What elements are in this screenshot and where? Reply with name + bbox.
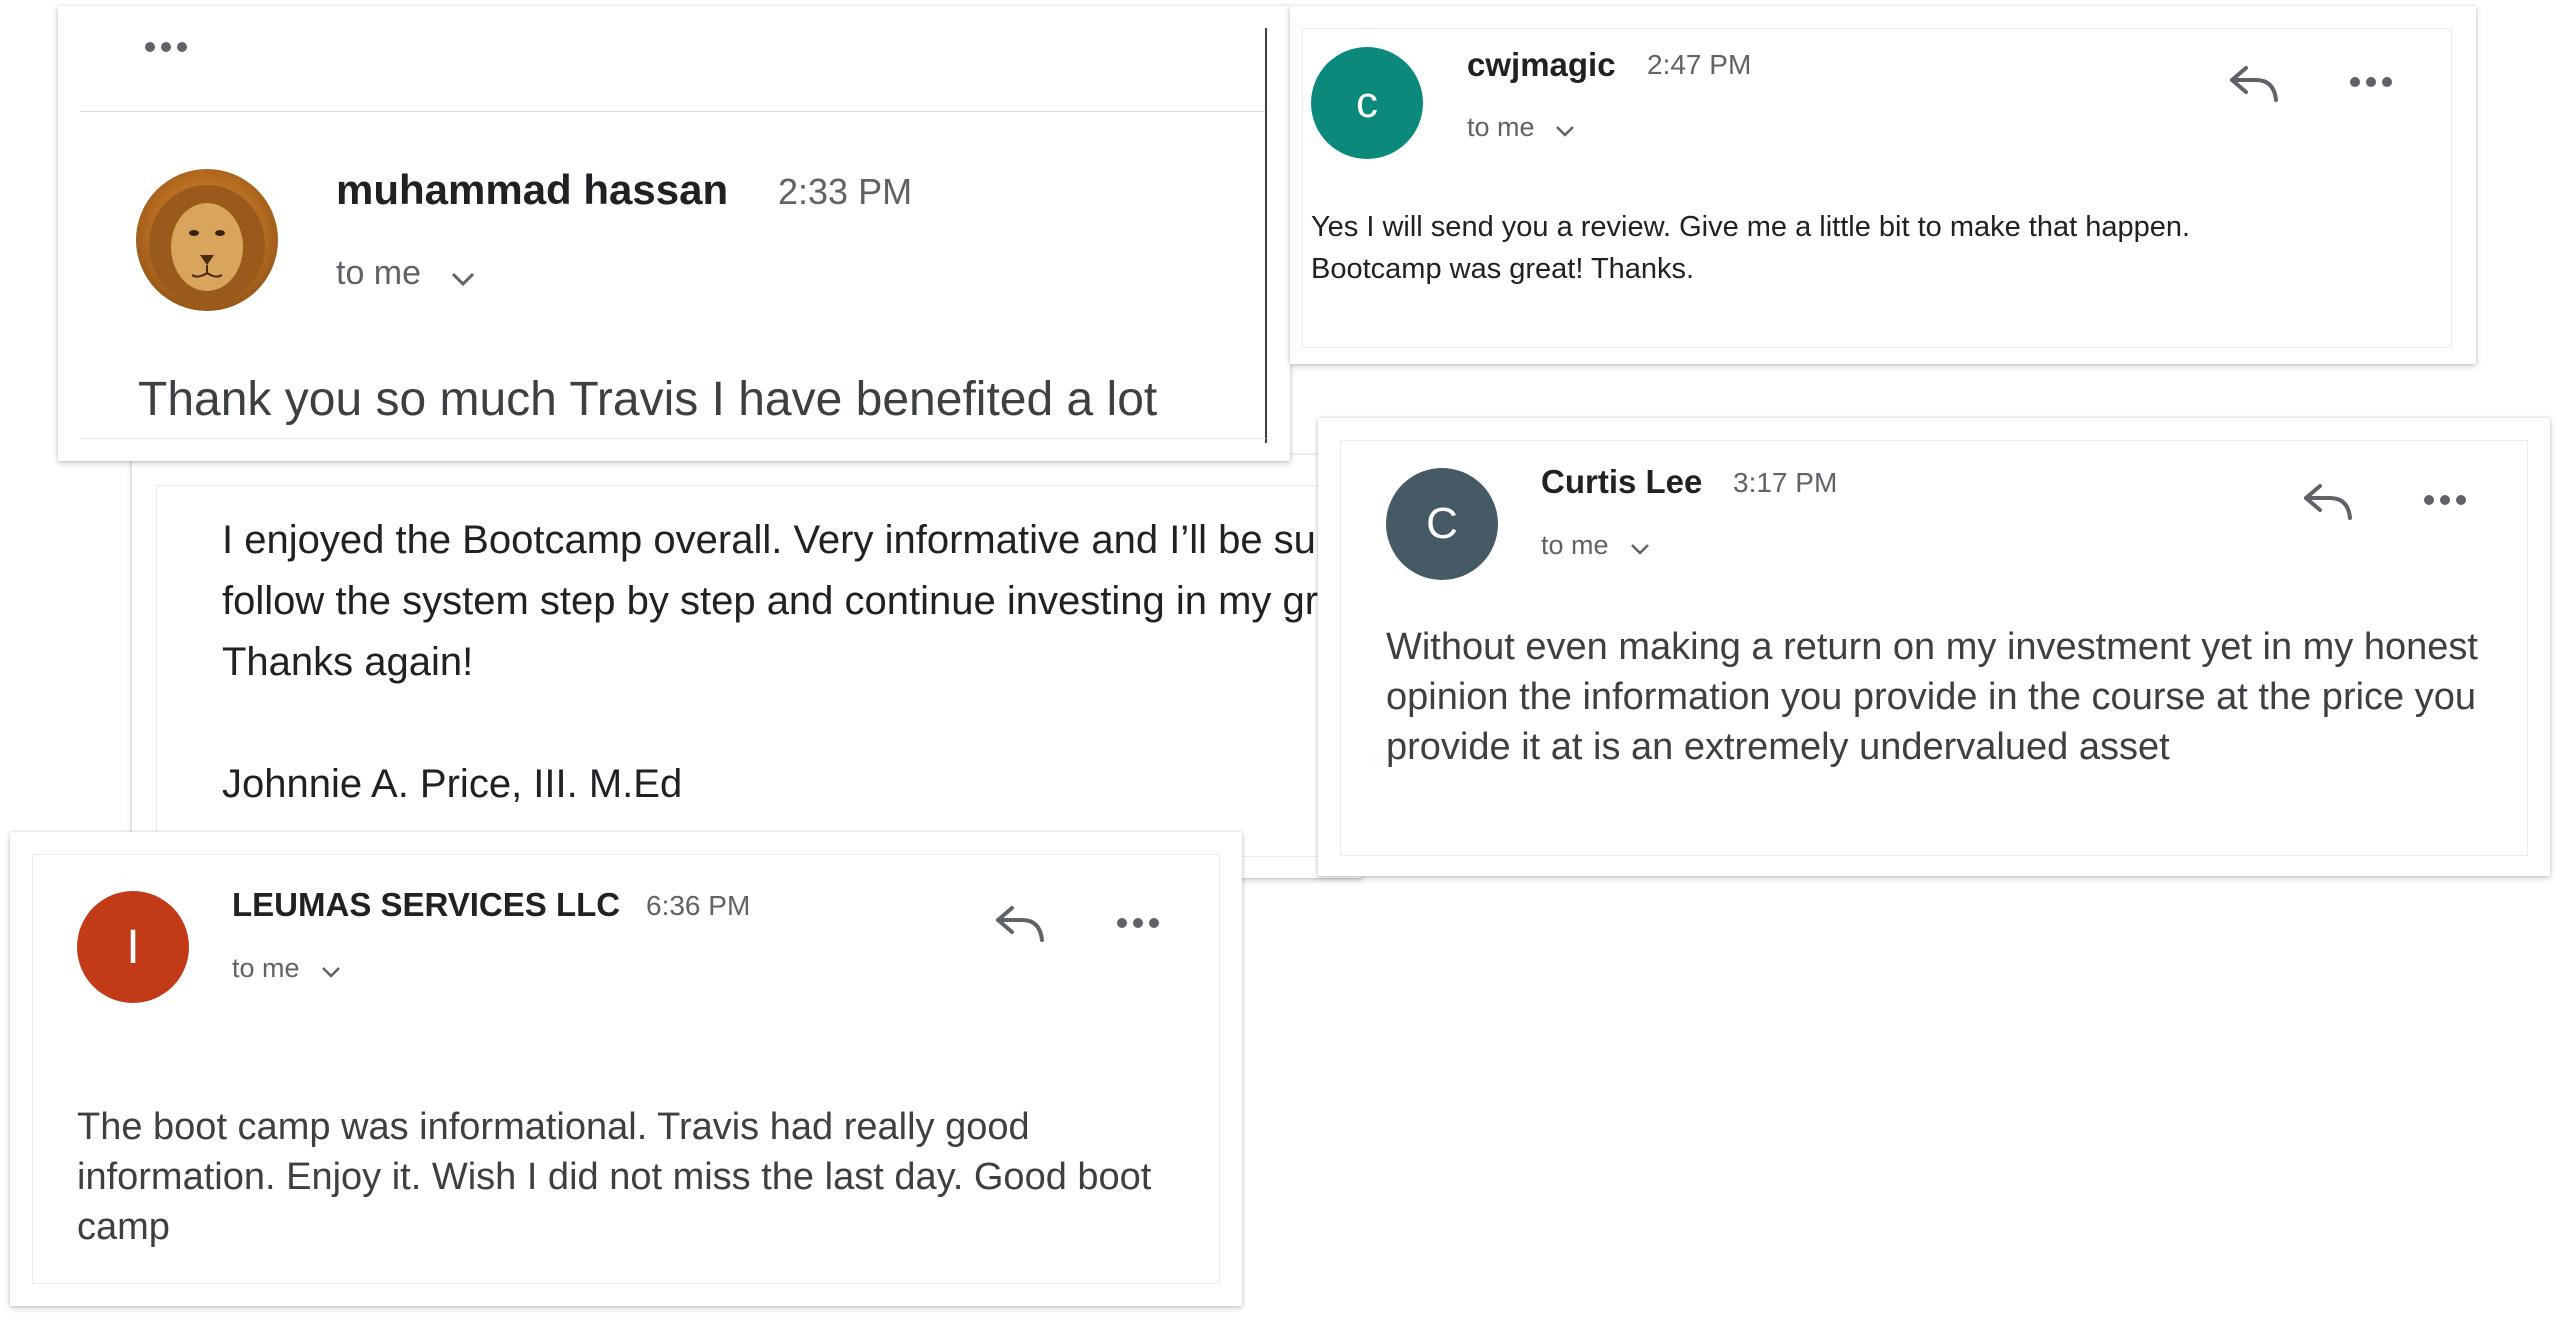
recipient-label: to me	[1467, 112, 1535, 142]
sent-time: 3:17 PM	[1733, 467, 1838, 498]
email-body-line: Bootcamp was great! Thanks.	[1311, 253, 1695, 285]
chevron-down-icon[interactable]	[1629, 541, 1651, 557]
chevron-down-icon[interactable]	[1554, 123, 1576, 139]
vertical-divider	[1265, 28, 1267, 443]
email-card-leumas: I LEUMAS SERVICES LLC 6:36 PM to me The …	[10, 832, 1242, 1306]
avatar: I	[77, 891, 189, 1003]
chevron-down-icon[interactable]	[450, 269, 476, 289]
sender-name: LEUMAS SERVICES LLC	[232, 886, 621, 923]
more-options-icon[interactable]	[1117, 918, 1159, 928]
chevron-down-icon[interactable]	[320, 964, 342, 980]
avatar: c	[1311, 47, 1423, 159]
reply-icon[interactable]	[2226, 62, 2282, 108]
more-options-icon[interactable]	[2350, 77, 2392, 87]
email-body-text: I enjoyed the Bootcamp overall. Very inf…	[222, 518, 1362, 684]
sender-name: cwjmagic	[1467, 46, 1616, 83]
sent-time: 2:47 PM	[1647, 49, 1752, 80]
avatar: C	[1386, 468, 1498, 580]
divider	[80, 438, 1266, 439]
sender-name: Curtis Lee	[1541, 463, 1703, 500]
more-options-icon[interactable]	[145, 42, 187, 52]
email-signature: Johnnie A. Price, III. M.Ed	[222, 762, 683, 806]
sent-time: 2:33 PM	[778, 171, 913, 212]
email-body-line: Yes I will send you a review. Give me a …	[1311, 211, 2191, 243]
email-body-text: The boot camp was informational. Travis …	[77, 1106, 1152, 1248]
sender-name: muhammad hassan	[336, 166, 729, 213]
sent-time: 6:36 PM	[646, 890, 751, 921]
reply-icon[interactable]	[2300, 480, 2356, 526]
email-card-price: I enjoyed the Bootcamp overall. Very inf…	[132, 455, 1362, 878]
recipient-label: to me	[232, 953, 300, 983]
email-card-hassan: muhammad hassan 2:33 PM to me Thank you …	[58, 6, 1290, 461]
reply-icon[interactable]	[992, 902, 1048, 948]
divider	[80, 111, 1266, 112]
avatar	[136, 169, 278, 311]
lion-avatar-icon	[149, 185, 265, 305]
more-options-icon[interactable]	[2424, 495, 2466, 505]
recipient-label: to me	[336, 254, 422, 292]
email-card-cwjmagic: c cwjmagic 2:47 PM to me Yes I will send…	[1290, 6, 2476, 364]
email-body-text: Without even making a return on my inves…	[1386, 626, 2478, 768]
recipient-label: to me	[1541, 530, 1609, 560]
email-card-curtis: C Curtis Lee 3:17 PM to me Without even …	[1318, 418, 2550, 876]
email-body-text: Thank you so much Travis I have benefite…	[138, 373, 1158, 426]
